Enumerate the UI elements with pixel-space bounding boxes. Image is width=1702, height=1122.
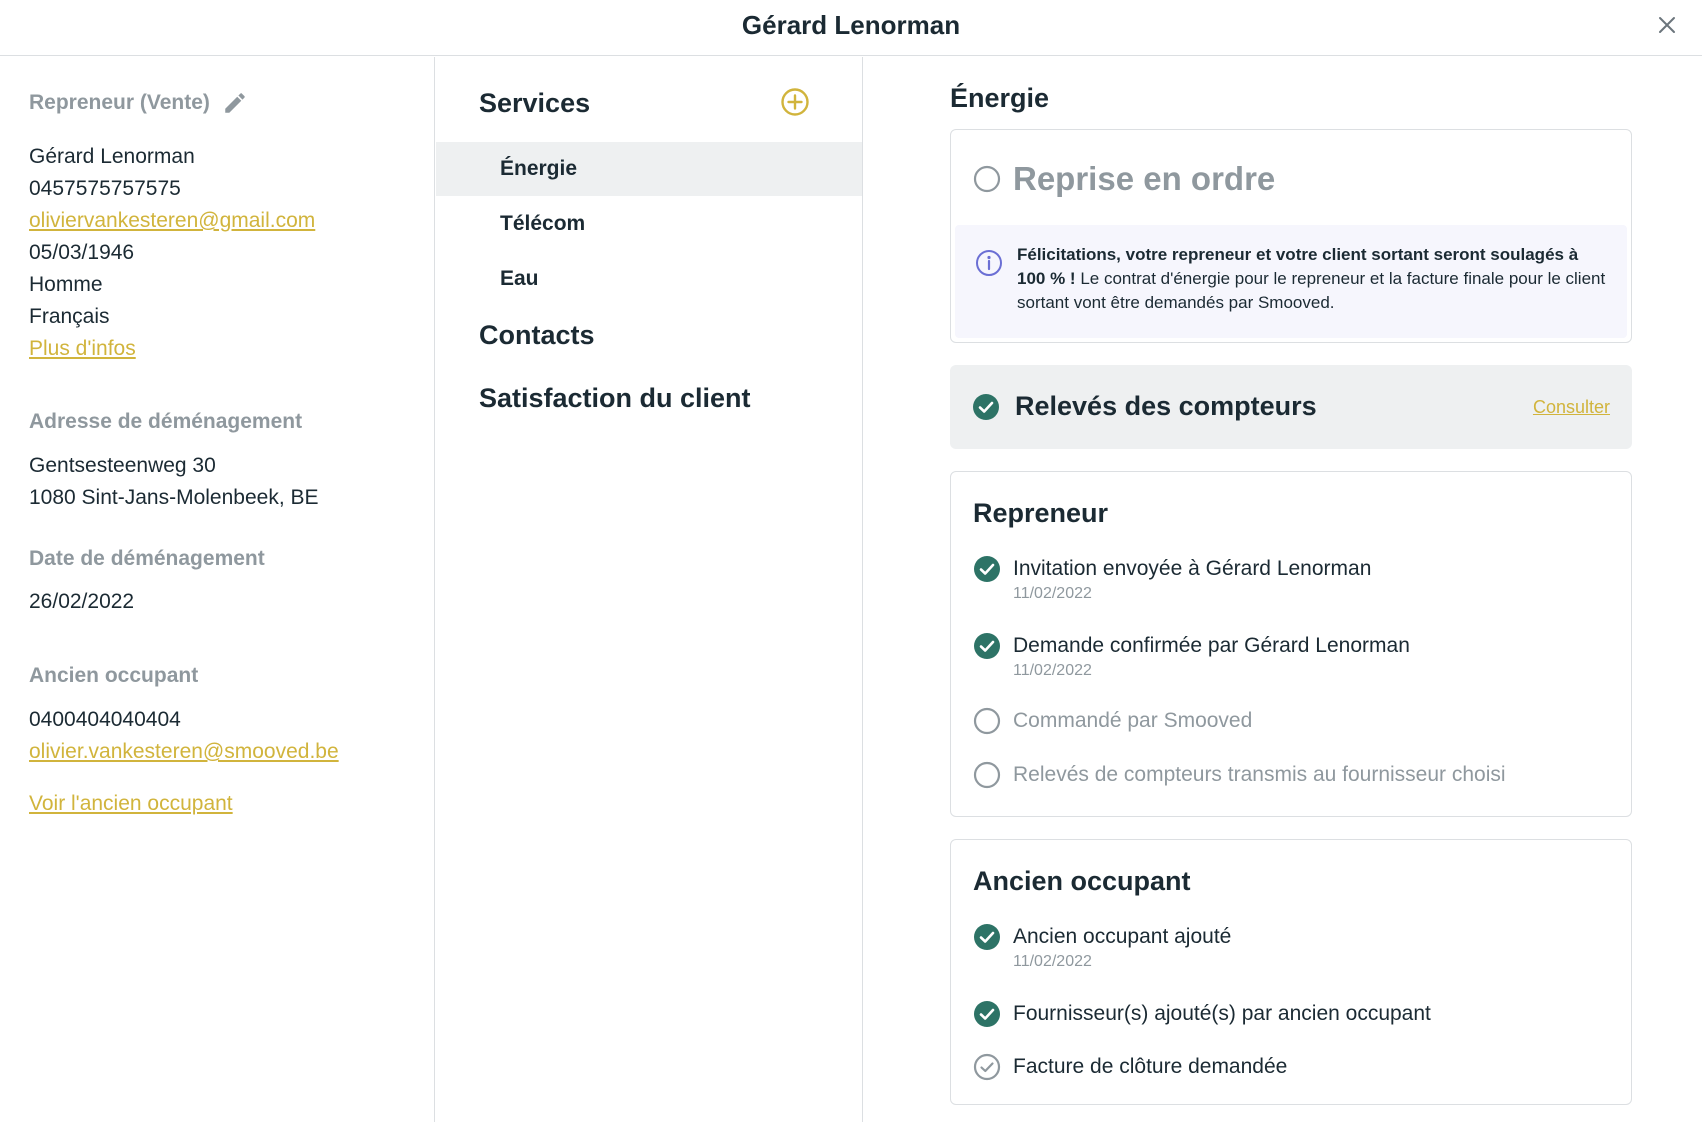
repreneur-info: Gérard Lenorman 0457575757575 oliviervan… (29, 141, 315, 365)
view-previous-occupant-link[interactable]: Voir l'ancien occupant (29, 788, 233, 820)
repreneur-language: Français (29, 305, 110, 328)
close-icon (1659, 17, 1675, 33)
nav-item-telecom[interactable]: Télécom (436, 197, 862, 251)
reprise-card: Reprise en ordre Félicitations, votre re… (950, 129, 1632, 343)
address-line1: Gentsesteenweg 30 (29, 454, 216, 477)
info-icon (976, 250, 1002, 276)
previous-occupant-phone: 0400404040404 (29, 708, 181, 731)
consult-meters-link[interactable]: Consulter (1533, 397, 1610, 418)
pencil-icon (225, 93, 245, 113)
repreneur-gender: Homme (29, 273, 103, 296)
address-line2: 1080 Sint-Jans-Molenbeek, BE (29, 486, 319, 509)
step-date: 11/02/2022 (1013, 662, 1092, 679)
step-meters-sent: Relevés de compteurs transmis au fournis… (973, 761, 1506, 789)
repreneur-card-title: Repreneur (973, 498, 1109, 528)
step-label: Commandé par Smooved (1013, 709, 1253, 732)
repreneur-section-label: Repreneur (Vente) (29, 90, 248, 116)
edit-button[interactable] (222, 90, 248, 116)
page-title: Gérard Lenorman (741, 10, 961, 40)
step-ordered: Commandé par Smooved (973, 707, 1252, 735)
step-invitation: Invitation envoyée à Gérard Lenorman 11/0… (973, 555, 1371, 605)
previous-occupant-info: 0400404040404 olivier.vankesteren@smoove… (29, 704, 339, 768)
step-confirmed: Demande confirmée par Gérard Lenorman 11/… (973, 632, 1410, 682)
nav-item-eau[interactable]: Eau (436, 252, 862, 306)
reprise-title: Reprise en ordre (1013, 160, 1276, 197)
moving-address-label: Adresse de déménagement (29, 410, 303, 433)
step-label: Facture de clôture demandée (1013, 1055, 1288, 1078)
step-date: 11/02/2022 (1013, 585, 1092, 602)
reprise-header: Reprise en ordre (973, 160, 1275, 198)
step-label: Demande confirmée par Gérard Lenorman (1013, 634, 1410, 657)
moving-address: Gentsesteenweg 30 1080 Sint-Jans-Molenbe… (29, 450, 319, 514)
nav-contacts[interactable]: Contacts (479, 320, 595, 351)
services-nav: Services Énergie Télécom Eau Contacts Sa… (436, 57, 863, 1122)
plus-circle-icon (781, 88, 809, 116)
info-banner: Félicitations, votre repreneur et votre … (955, 225, 1627, 338)
more-info-link[interactable]: Plus d'infos (29, 333, 315, 365)
step-closing-invoice: Facture de clôture demandée (973, 1053, 1287, 1081)
close-button[interactable] (1652, 10, 1682, 40)
empty-circle-icon (973, 165, 1001, 193)
modal-header: Gérard Lenorman (0, 0, 1702, 56)
client-details-panel: Repreneur (Vente) Gérard Lenorman 045757… (0, 57, 435, 1122)
check-circle-icon (974, 556, 1000, 582)
previous-occupant-label: Ancien occupant (29, 664, 199, 687)
check-circle-icon (974, 1001, 1000, 1027)
step-suppliers-added: Fournisseur(s) ajouté(s) par ancien occu… (973, 1000, 1431, 1028)
repreneur-name: Gérard Lenorman (29, 145, 195, 168)
energy-panel: Énergie Reprise en ordre Félicitations, … (864, 57, 1702, 1122)
empty-circle-icon (973, 707, 1001, 735)
repreneur-birthdate: 05/03/1946 (29, 241, 135, 264)
nav-satisfaction[interactable]: Satisfaction du client (479, 383, 751, 414)
check-circle-icon (974, 633, 1000, 659)
check-outline-icon (973, 1053, 1001, 1081)
energy-title: Énergie (950, 83, 1050, 113)
moving-date-label: Date de déménagement (29, 547, 265, 570)
ancien-card-title: Ancien occupant (973, 866, 1191, 896)
check-circle-icon (974, 924, 1000, 950)
meters-title: Relevés des compteurs (1015, 391, 1317, 421)
repreneur-email-link[interactable]: oliviervankesteren@gmail.com (29, 205, 315, 237)
add-service-button[interactable] (780, 87, 810, 117)
step-label: Ancien occupant ajouté (1013, 925, 1232, 948)
step-label: Relevés de compteurs transmis au fournis… (1013, 763, 1506, 786)
repreneur-steps-card: Repreneur Invitation envoyée à Gérard Le… (950, 471, 1632, 817)
step-occupant-added: Ancien occupant ajouté 11/02/2022 (973, 923, 1231, 973)
nav-item-energie[interactable]: Énergie (436, 142, 862, 196)
step-date: 11/02/2022 (1013, 953, 1092, 970)
ancien-occupant-steps-card: Ancien occupant Ancien occupant ajouté 11… (950, 839, 1632, 1105)
info-text: Félicitations, votre repreneur et votre … (1017, 243, 1607, 315)
nav-services[interactable]: Services (479, 88, 590, 119)
meters-card: Relevés des compteurs Consulter (950, 365, 1632, 449)
step-label: Invitation envoyée à Gérard Lenorman (1013, 557, 1372, 580)
step-label: Fournisseur(s) ajouté(s) par ancien occu… (1013, 1002, 1431, 1025)
moving-date-value: 26/02/2022 (29, 590, 135, 613)
repreneur-phone: 0457575757575 (29, 177, 181, 200)
info-text-rest: Le contrat d'énergie pour le repreneur e… (1017, 269, 1606, 312)
check-circle-icon (973, 394, 999, 420)
previous-occupant-email-link[interactable]: olivier.vankesteren@smooved.be (29, 736, 339, 768)
empty-circle-icon (973, 761, 1001, 789)
